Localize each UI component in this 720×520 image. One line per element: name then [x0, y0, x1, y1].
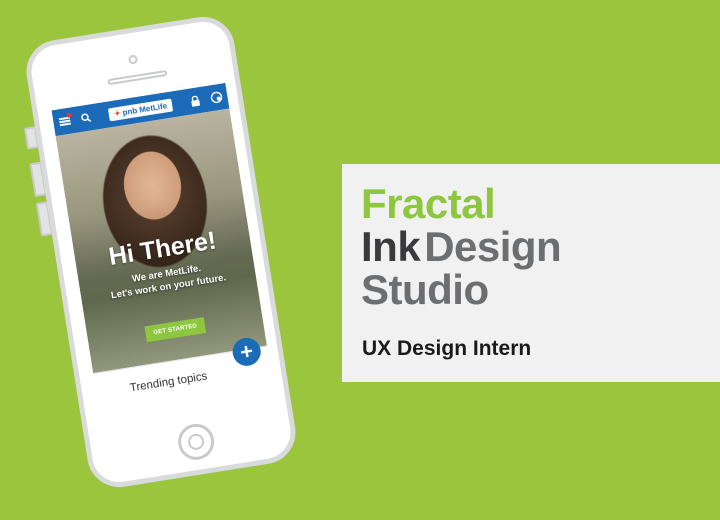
trending-topics-label: Trending topics [129, 370, 209, 395]
phone-screen: ✦pnb MetLife Hi There! We are MetLife. L… [51, 82, 275, 423]
card-role: UX Design Intern [362, 337, 532, 360]
card-title-fractal: Fractal [361, 180, 496, 227]
hero-banner: Hi There! We are MetLife. Let's work on … [55, 108, 267, 374]
phone-camera [127, 54, 139, 65]
info-card: Fractal InkDesign Studio UX Design Inter… [342, 164, 720, 382]
search-icon[interactable] [73, 104, 99, 133]
card-title-design: Design [424, 223, 562, 270]
phone-body: ✦pnb MetLife Hi There! We are MetLife. L… [21, 12, 301, 492]
phone-speaker [107, 69, 168, 86]
phone-mockup: ✦pnb MetLife Hi There! We are MetLife. L… [21, 12, 301, 492]
notification-dot [66, 112, 72, 119]
card-title-studio: Studio [361, 266, 489, 313]
logo-mark: ✦ [113, 108, 122, 119]
account-icon[interactable] [204, 83, 230, 112]
card-title-ink: Ink [361, 223, 421, 270]
card-title-ink-design: InkDesign [361, 223, 562, 270]
phone-home-button [175, 421, 217, 463]
logo-text: pnb MetLife [121, 100, 168, 117]
